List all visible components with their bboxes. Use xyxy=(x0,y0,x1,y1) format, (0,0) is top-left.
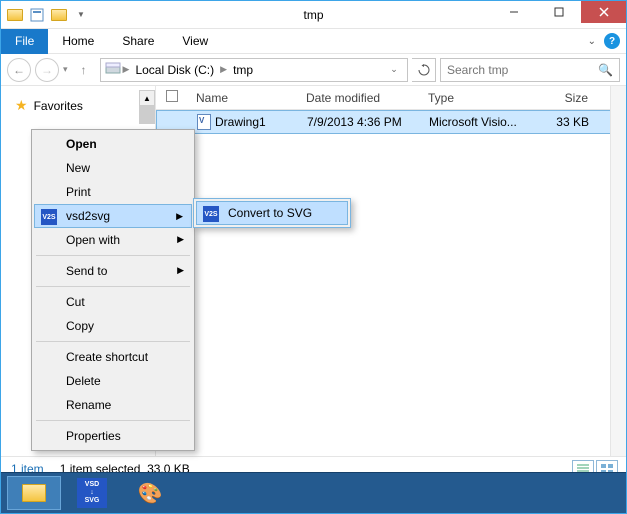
submenu-convert[interactable]: V2S Convert to SVG xyxy=(196,201,348,225)
menu-rename[interactable]: Rename xyxy=(34,393,192,417)
taskbar-explorer[interactable] xyxy=(7,476,61,510)
visio-file-icon xyxy=(197,114,211,130)
search-icon: 🔍 xyxy=(598,63,613,77)
menu-print[interactable]: Print xyxy=(34,180,192,204)
vsd2svg-icon: V2S xyxy=(41,209,57,225)
recent-dropdown-icon[interactable]: ▾ xyxy=(63,64,68,75)
taskbar-paint[interactable]: 🎨 xyxy=(123,476,177,510)
ribbon-expand-icon[interactable]: ⌄ xyxy=(588,36,596,47)
window-title: tmp xyxy=(303,8,323,22)
qat-properties-icon[interactable] xyxy=(27,5,47,25)
file-tab[interactable]: File xyxy=(1,29,48,54)
vsd2svg-icon: V2S xyxy=(203,206,219,222)
menu-sendto[interactable]: Send to▶ xyxy=(34,259,192,283)
menu-delete[interactable]: Delete xyxy=(34,369,192,393)
nav-bar: ← → ▾ ↑ ▶ Local Disk (C:) ▶ tmp ⌄ 🔍 xyxy=(1,54,626,86)
menu-separator xyxy=(36,420,190,421)
ribbon: File Home Share View xyxy=(1,29,626,54)
crumb-drive[interactable]: Local Disk (C:) xyxy=(131,63,218,77)
file-name: Drawing1 xyxy=(215,115,266,129)
file-type: Microsoft Visio... xyxy=(429,115,539,129)
menu-vsd2svg[interactable]: V2S vsd2svg ▶ xyxy=(34,204,192,228)
crumb-folder[interactable]: tmp xyxy=(229,63,257,77)
menu-openwith[interactable]: Open with▶ xyxy=(34,228,192,252)
submenu-arrow-icon: ▶ xyxy=(177,234,184,245)
col-name[interactable]: Name xyxy=(196,91,306,105)
sidebar-scroll-up[interactable]: ▲ xyxy=(139,90,155,106)
minimize-button[interactable] xyxy=(491,1,536,23)
content-scrollbar[interactable] xyxy=(610,86,626,456)
search-input[interactable] xyxy=(447,63,598,77)
col-size[interactable]: Size xyxy=(538,91,608,105)
chevron-right-icon[interactable]: ▶ xyxy=(121,64,132,75)
close-button[interactable] xyxy=(581,1,626,23)
app-icon[interactable] xyxy=(5,5,25,25)
submenu-arrow-icon: ▶ xyxy=(176,211,183,222)
file-size: 33 KB xyxy=(539,115,609,129)
menu-separator xyxy=(36,255,190,256)
search-box[interactable]: 🔍 xyxy=(440,58,620,82)
back-button[interactable]: ← xyxy=(7,58,31,82)
file-date: 7/9/2013 4:36 PM xyxy=(307,115,429,129)
qat-dropdown-icon[interactable]: ▼ xyxy=(71,5,91,25)
menu-properties[interactable]: Properties xyxy=(34,424,192,448)
vsd2svg-icon: VSD↓SVG xyxy=(77,478,107,508)
menu-shortcut[interactable]: Create shortcut xyxy=(34,345,192,369)
menu-separator xyxy=(36,341,190,342)
col-type[interactable]: Type xyxy=(428,91,538,105)
menu-open[interactable]: Open xyxy=(34,132,192,156)
sidebar-scroll-thumb[interactable] xyxy=(139,106,155,124)
col-date[interactable]: Date modified xyxy=(306,91,428,105)
submenu-arrow-icon: ▶ xyxy=(177,265,184,276)
context-menu: Open New Print V2S vsd2svg ▶ Open with▶ … xyxy=(31,129,195,451)
address-bar[interactable]: ▶ Local Disk (C:) ▶ tmp ⌄ xyxy=(100,58,408,82)
drive-icon xyxy=(105,61,121,78)
tab-home[interactable]: Home xyxy=(48,30,108,52)
address-dropdown-icon[interactable]: ⌄ xyxy=(385,64,403,75)
menu-new[interactable]: New xyxy=(34,156,192,180)
file-list: Name Date modified Type Size Drawing1 7/… xyxy=(156,86,626,456)
context-submenu: V2S Convert to SVG xyxy=(193,198,351,228)
chevron-right-icon[interactable]: ▶ xyxy=(218,64,229,75)
maximize-button[interactable] xyxy=(536,1,581,23)
tab-share[interactable]: Share xyxy=(108,30,168,52)
help-icon[interactable]: ? xyxy=(604,33,620,49)
star-icon: ★ xyxy=(15,97,28,114)
menu-separator xyxy=(36,286,190,287)
select-all-checkbox[interactable] xyxy=(166,90,178,102)
paint-icon: 🎨 xyxy=(138,481,163,506)
file-row[interactable]: Drawing1 7/9/2013 4:36 PM Microsoft Visi… xyxy=(156,110,626,134)
refresh-button[interactable] xyxy=(412,58,436,82)
up-button[interactable]: ↑ xyxy=(72,58,96,82)
explorer-icon xyxy=(22,484,46,502)
taskbar-vsd2svg[interactable]: VSD↓SVG xyxy=(65,476,119,510)
title-bar: ▼ tmp xyxy=(1,1,626,29)
column-headers: Name Date modified Type Size xyxy=(156,86,626,110)
forward-button[interactable]: → xyxy=(35,58,59,82)
taskbar: VSD↓SVG 🎨 xyxy=(1,472,626,513)
menu-cut[interactable]: Cut xyxy=(34,290,192,314)
sidebar-favorites[interactable]: ★Favorites xyxy=(7,94,149,117)
qat-newfolder-icon[interactable] xyxy=(49,5,69,25)
menu-copy[interactable]: Copy xyxy=(34,314,192,338)
tab-view[interactable]: View xyxy=(168,30,222,52)
